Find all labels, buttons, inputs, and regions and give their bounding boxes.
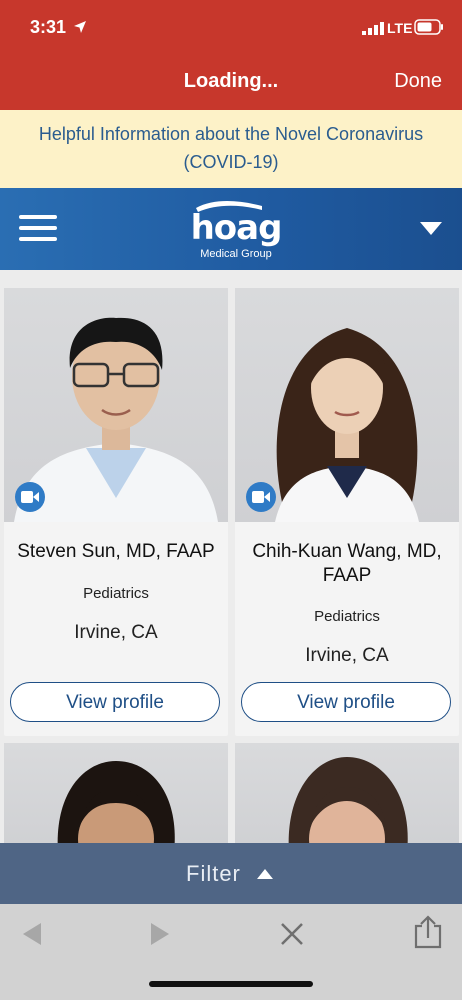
status-bar: 3:31 LTE (0, 0, 462, 54)
provider-portrait-icon (57, 761, 175, 853)
filter-bar[interactable]: Filter (0, 843, 462, 904)
page-title: Loading... (183, 70, 279, 92)
provider-grid: Steven Sun, MD, FAAP Pediatrics Irvine, … (0, 270, 462, 853)
provider-photo (4, 743, 228, 853)
provider-card: Chih-Kuan Wang, MD, FAAP Pediatrics Irvi… (235, 288, 459, 736)
provider-location: Irvine, CA (305, 645, 389, 666)
done-button[interactable]: Done (394, 70, 442, 93)
forward-icon[interactable] (143, 918, 175, 950)
location-arrow-icon (74, 21, 86, 33)
view-profile-button[interactable]: View profile (241, 682, 451, 722)
provider-specialty: Pediatrics (314, 608, 380, 625)
provider-specialty: Pediatrics (83, 585, 149, 602)
back-icon[interactable] (17, 918, 49, 950)
covid-info-link[interactable]: Helpful Information about the Novel Coro… (20, 120, 442, 176)
provider-name[interactable]: Chih-Kuan Wang, MD, FAAP (241, 540, 453, 588)
share-icon[interactable] (411, 914, 445, 950)
provider-location: Irvine, CA (74, 622, 158, 643)
home-indicator (149, 981, 313, 987)
filter-label[interactable]: Filter (186, 861, 241, 887)
browser-nav-bar: Loading... Done (0, 54, 462, 110)
provider-card (235, 743, 459, 853)
provider-photo (235, 743, 459, 853)
provider-card (4, 743, 228, 853)
provider-photo (235, 288, 459, 522)
status-time: 3:31 (30, 17, 67, 37)
view-profile-button[interactable]: View profile (10, 682, 220, 722)
video-visit-icon[interactable] (15, 482, 45, 512)
site-header: hoag Medical Group (0, 188, 462, 270)
covid-info-banner: Helpful Information about the Novel Coro… (0, 110, 462, 188)
menu-icon[interactable] (19, 213, 57, 243)
chevron-up-icon[interactable] (257, 869, 273, 879)
chevron-down-icon[interactable] (420, 222, 442, 236)
close-icon[interactable] (276, 918, 308, 950)
provider-name[interactable]: Steven Sun, MD, FAAP (10, 540, 222, 564)
provider-photo (4, 288, 228, 522)
logo-text: hoag (190, 208, 283, 248)
provider-portrait-icon (288, 757, 408, 853)
provider-card: Steven Sun, MD, FAAP Pediatrics Irvine, … (4, 288, 228, 736)
logo-subtitle: Medical Group (200, 248, 272, 260)
video-visit-icon[interactable] (246, 482, 276, 512)
battery-icon (414, 19, 443, 35)
cellular-signal-icon (362, 22, 384, 35)
network-type: LTE (387, 20, 413, 36)
hoag-logo[interactable]: hoag Medical Group (186, 198, 286, 262)
